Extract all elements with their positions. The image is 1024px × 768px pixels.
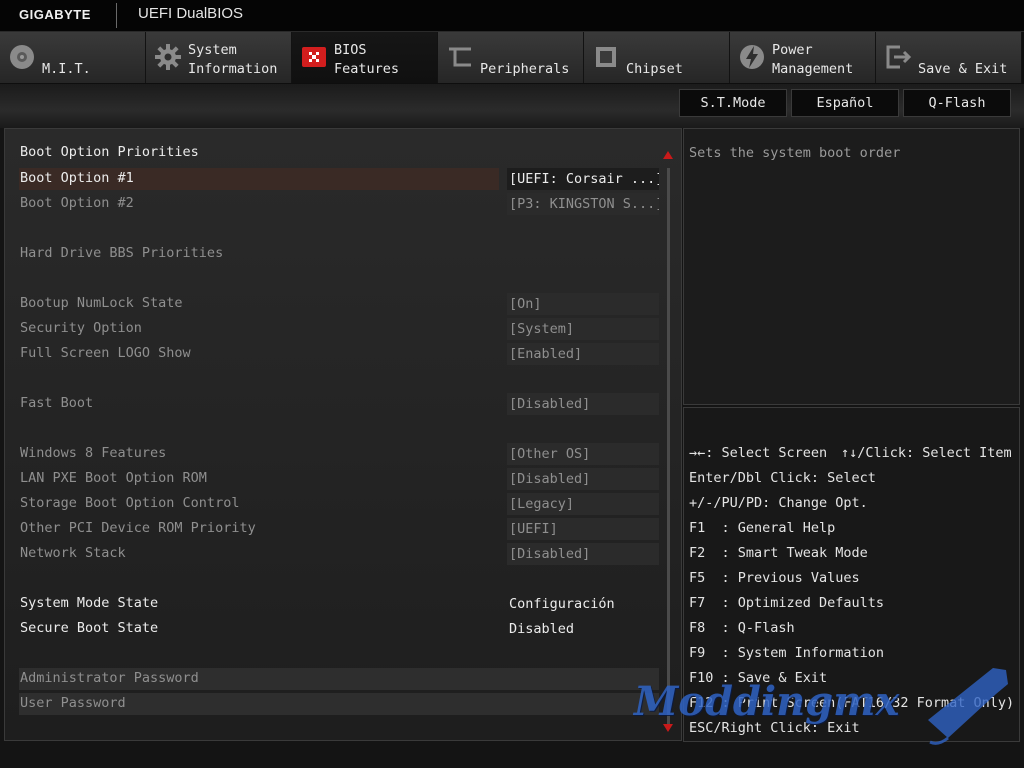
st-mode-button[interactable]: S.T.Mode [679,89,787,117]
product-name: UEFI DualBIOS [138,5,244,22]
security-option-value[interactable]: [System] [507,318,659,340]
secure-boot-label: Secure Boot State [20,620,159,636]
scrollbar-track[interactable] [667,168,670,728]
secure-boot-row: Secure Boot State Disabled [19,618,659,640]
key-f2: F2 : Smart Tweak Mode [689,545,868,561]
help-panel: Sets the system boot order [683,128,1020,405]
key-enter: Enter/Dbl Click: Select [689,470,876,486]
key-f1: F1 : General Help [689,520,836,536]
windows8-features-row[interactable]: Windows 8 Features [Other OS] [19,443,659,465]
gear-icon [155,44,181,70]
lan-pxe-value[interactable]: [Disabled] [507,468,659,490]
admin-password-row[interactable]: Administrator Password [19,668,659,690]
brand-logo: GIGABYTE [19,7,91,22]
network-stack-value[interactable]: [Disabled] [507,543,659,565]
peripherals-plug-icon [449,47,471,67]
key-select-screen: →←: Select Screen [689,445,828,461]
tab-bios-features[interactable]: BIOS Features [292,32,438,83]
storage-boot-label: Storage Boot Option Control [20,495,240,511]
tab-save-exit[interactable]: Save & Exit [876,32,1022,83]
system-mode-row: System Mode State Configuración [19,593,659,615]
admin-password-label: Administrator Password [20,670,199,686]
boot-option-1-value-row: [UEFI: Corsair ...] [19,168,659,190]
tab-label: Power Management [772,42,854,77]
network-stack-label: Network Stack [20,545,126,561]
bottle-watermark-icon [928,668,1008,745]
bios-chip-icon [302,47,326,67]
tab-system-information[interactable]: System Information [146,32,292,83]
other-pci-row[interactable]: Other PCI Device ROM Priority [UEFI] [19,518,659,540]
help-text: Sets the system boot order [689,145,901,161]
fast-boot-value[interactable]: [Disabled] [507,393,659,415]
lan-pxe-label: LAN PXE Boot Option ROM [20,470,207,486]
language-button[interactable]: Español [791,89,899,117]
user-password-row[interactable]: User Password [19,693,659,715]
fast-boot-label: Fast Boot [20,395,94,411]
tab-chipset[interactable]: Chipset [584,32,730,83]
tab-label: Peripherals [480,61,570,77]
lan-pxe-row[interactable]: LAN PXE Boot Option ROM [Disabled] [19,468,659,490]
system-mode-label: System Mode State [20,595,159,611]
tab-power-management[interactable]: Power Management [730,32,876,83]
key-f9: F9 : System Information [689,645,885,661]
hdd-bbs-priorities-label: Hard Drive BBS Priorities [20,245,224,261]
storage-boot-value[interactable]: [Legacy] [507,493,659,515]
key-f7: F7 : Optimized Defaults [689,595,885,611]
gauge-disc-icon [10,45,34,69]
power-bolt-icon [740,45,764,69]
numlock-label: Bootup NumLock State [20,295,183,311]
tab-label: BIOS Features [334,42,400,77]
top-bar: GIGABYTE UEFI DualBIOS [0,0,1024,32]
boot-option-2-label: Boot Option #2 [20,195,134,211]
logo-show-value[interactable]: [Enabled] [507,343,659,365]
user-password-label: User Password [20,695,126,711]
section-title: Boot Option Priorities [19,142,659,164]
secure-boot-value: Disabled [509,621,575,637]
other-pci-value[interactable]: [UEFI] [507,518,659,540]
boot-option-2-value[interactable]: [P3: KINGSTON S...] [507,193,659,215]
hdd-bbs-priorities-row[interactable]: Hard Drive BBS Priorities [19,243,659,265]
exit-door-icon [886,45,912,69]
main-tabs: M.I.T. System Information BIOS Features … [0,32,1024,84]
chipset-icon [596,47,616,67]
tab-label: Save & Exit [918,61,1008,77]
tab-label: System Information [188,42,278,77]
boot-option-2-row[interactable]: Boot Option #2 [P3: KINGSTON S...] [19,193,659,215]
storage-boot-row[interactable]: Storage Boot Option Control [Legacy] [19,493,659,515]
brand-divider [116,3,117,28]
logo-show-row[interactable]: Full Screen LOGO Show [Enabled] [19,343,659,365]
boot-option-1-value[interactable]: [UEFI: Corsair ...] [507,168,659,190]
scroll-up-arrow-icon[interactable] [663,151,673,159]
windows8-features-label: Windows 8 Features [20,445,167,461]
network-stack-row[interactable]: Network Stack [Disabled] [19,543,659,565]
numlock-value[interactable]: [On] [507,293,659,315]
system-mode-value: Configuración [509,596,615,612]
watermark-text: Moddingmx [634,678,900,725]
tab-label: Chipset [626,61,683,77]
settings-panel [4,128,682,741]
q-flash-button[interactable]: Q-Flash [903,89,1011,117]
key-select-item: ↑↓/Click: Select Item [841,445,1012,461]
key-change-opt: +/-/PU/PD: Change Opt. [689,495,868,511]
logo-show-label: Full Screen LOGO Show [20,345,191,361]
tab-mit[interactable]: M.I.T. [0,32,146,83]
security-option-label: Security Option [20,320,142,336]
numlock-row[interactable]: Bootup NumLock State [On] [19,293,659,315]
windows8-features-value[interactable]: [Other OS] [507,443,659,465]
fast-boot-row[interactable]: Fast Boot [Disabled] [19,393,659,415]
section-title-label: Boot Option Priorities [20,144,199,160]
watermark: Moddingmx [628,660,1018,750]
tab-label: M.I.T. [42,61,91,77]
security-option-row[interactable]: Security Option [System] [19,318,659,340]
other-pci-label: Other PCI Device ROM Priority [20,520,256,536]
tab-peripherals[interactable]: Peripherals [438,32,584,83]
key-f5: F5 : Previous Values [689,570,860,586]
key-f8: F8 : Q-Flash [689,620,795,636]
